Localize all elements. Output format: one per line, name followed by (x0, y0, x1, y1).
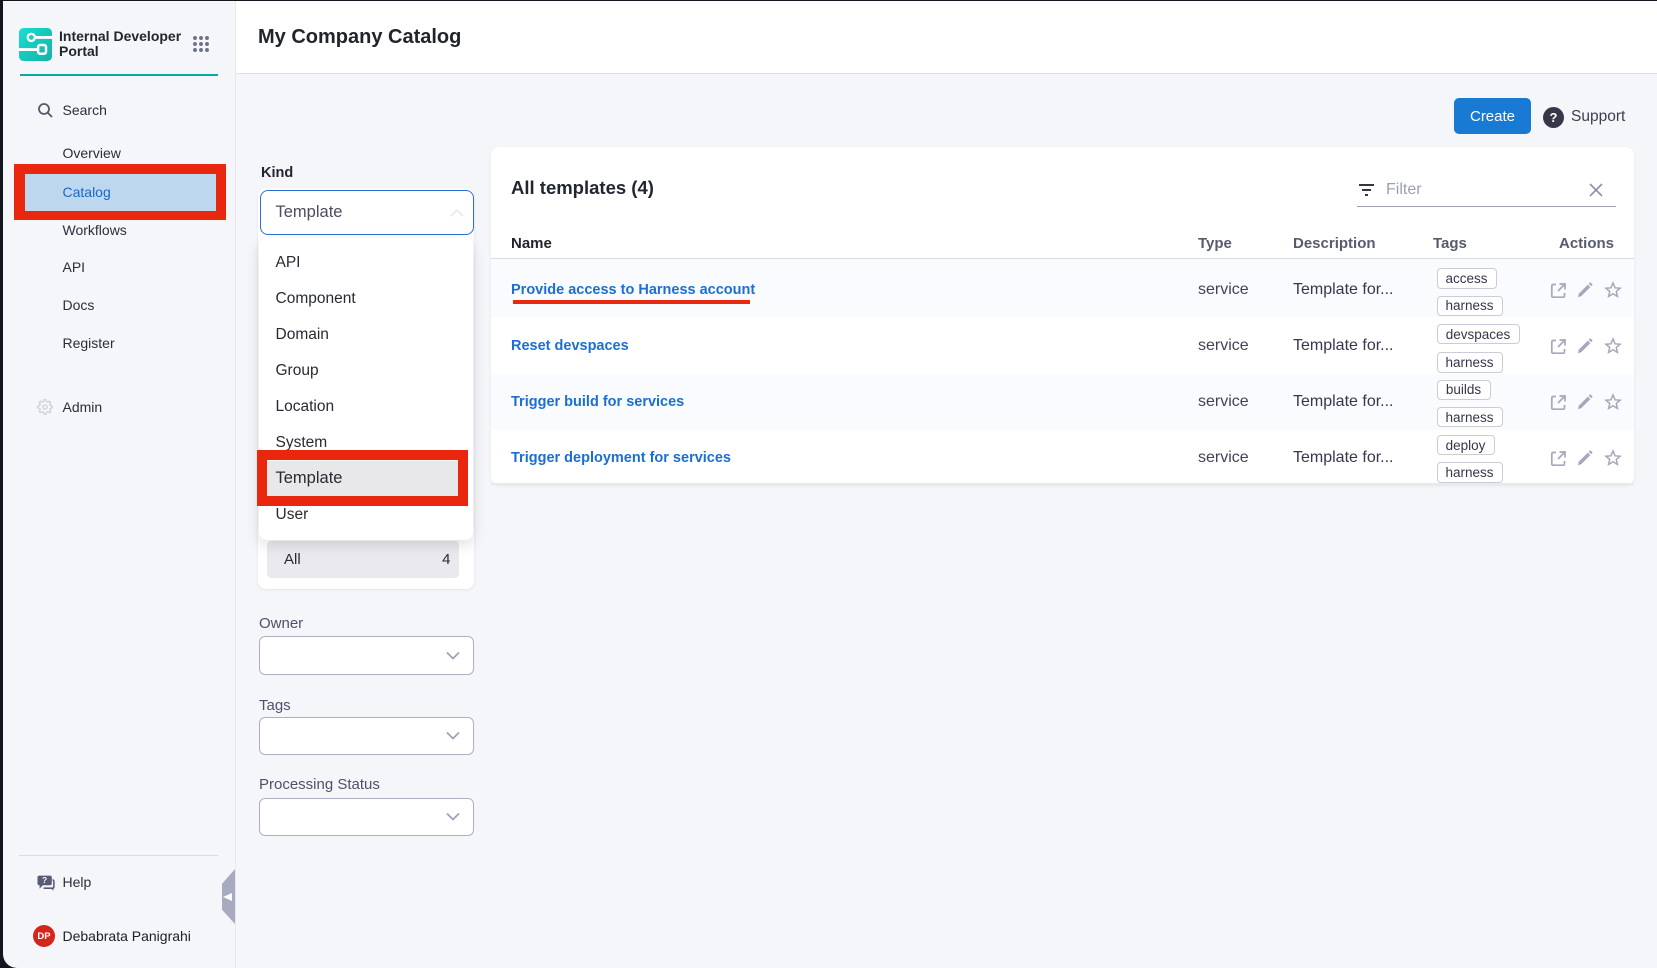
svg-text:?: ? (41, 875, 46, 885)
